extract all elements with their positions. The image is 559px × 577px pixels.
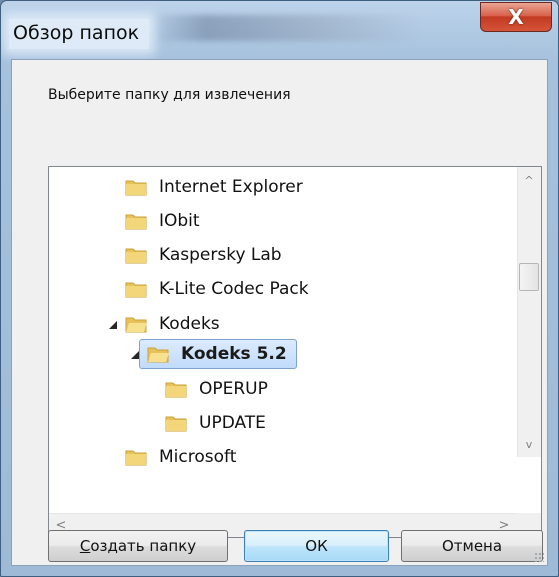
scroll-up-arrow-icon[interactable]: ^: [520, 171, 538, 189]
tree-item-label: K-Lite Codec Pack: [159, 279, 309, 299]
tree-item-label: Kaspersky Lab: [159, 245, 282, 265]
folder-icon: [125, 212, 147, 230]
tree-item-label: Kodeks: [159, 314, 220, 334]
folder-open-icon: [147, 345, 169, 363]
tree-item-kodeks-5-2[interactable]: Kodeks 5.2: [131, 338, 287, 370]
folder-open-icon: [125, 315, 147, 333]
close-icon: X: [508, 5, 524, 29]
folder-icon: [165, 414, 187, 432]
tree-item-label: IObit: [159, 211, 200, 231]
new-folder-button[interactable]: Создать папку: [48, 530, 228, 562]
new-folder-button-label: Создать папку: [79, 537, 197, 555]
folder-icon: [125, 280, 147, 298]
tree-item-operup[interactable]: OPERUP: [165, 373, 268, 405]
collapse-arrow-icon[interactable]: [131, 351, 139, 359]
title-bar[interactable]: Обзор папок X: [1, 1, 558, 59]
tree-item-microsoft[interactable]: Microsoft: [108, 441, 237, 473]
tree-item-k-lite-codec-pack[interactable]: K-Lite Codec Pack: [108, 273, 309, 305]
prompt-text: Выберите папку для извлечения: [48, 87, 291, 103]
tree-item-label: Internet Explorer: [159, 177, 303, 197]
blurred-background-text: [151, 15, 421, 41]
folder-icon: [125, 448, 147, 466]
close-button[interactable]: X: [480, 2, 552, 32]
folder-icon: [165, 380, 187, 398]
expand-arrow-icon[interactable]: [108, 451, 115, 463]
folder-icon: [125, 178, 147, 196]
folder-icon: [125, 246, 147, 264]
tree-item-label: Microsoft: [159, 447, 237, 467]
resize-grip-icon[interactable]: [534, 552, 544, 562]
browse-folders-dialog: Обзор папок X Выберите папку для извлече…: [0, 0, 559, 577]
window-title: Обзор папок: [9, 19, 150, 49]
tree-item-label: UPDATE: [199, 413, 266, 433]
scroll-down-arrow-icon[interactable]: v: [520, 435, 538, 453]
expand-arrow-icon[interactable]: [108, 283, 115, 295]
tree-item-kodeks[interactable]: Kodeks: [109, 308, 220, 340]
tree-item-kaspersky-lab[interactable]: Kaspersky Lab: [108, 239, 282, 271]
tree-item-label: Kodeks 5.2: [181, 344, 287, 364]
vertical-scroll-thumb[interactable]: [519, 263, 539, 291]
dialog-body: Выберите папку для извлечения Internet E…: [11, 59, 548, 566]
tree-item-label: OPERUP: [199, 379, 268, 399]
ok-button-label: ОК: [305, 537, 328, 555]
tree-item-internet-explorer[interactable]: Internet Explorer: [108, 171, 303, 203]
cancel-button[interactable]: Отмена: [401, 530, 543, 562]
collapse-arrow-icon[interactable]: [109, 321, 117, 329]
cancel-button-label: Отмена: [441, 537, 503, 555]
expand-arrow-icon[interactable]: [108, 181, 115, 193]
folder-tree[interactable]: Internet Explorer IObit Kaspersky Lab K-…: [48, 166, 542, 538]
expand-arrow-icon[interactable]: [108, 249, 115, 261]
vertical-scrollbar[interactable]: ^ v: [517, 167, 541, 457]
ok-button[interactable]: ОК: [244, 530, 389, 562]
tree-item-update[interactable]: UPDATE: [165, 407, 266, 439]
tree-item-iobit[interactable]: IObit: [108, 205, 200, 237]
expand-arrow-icon[interactable]: [108, 215, 115, 227]
